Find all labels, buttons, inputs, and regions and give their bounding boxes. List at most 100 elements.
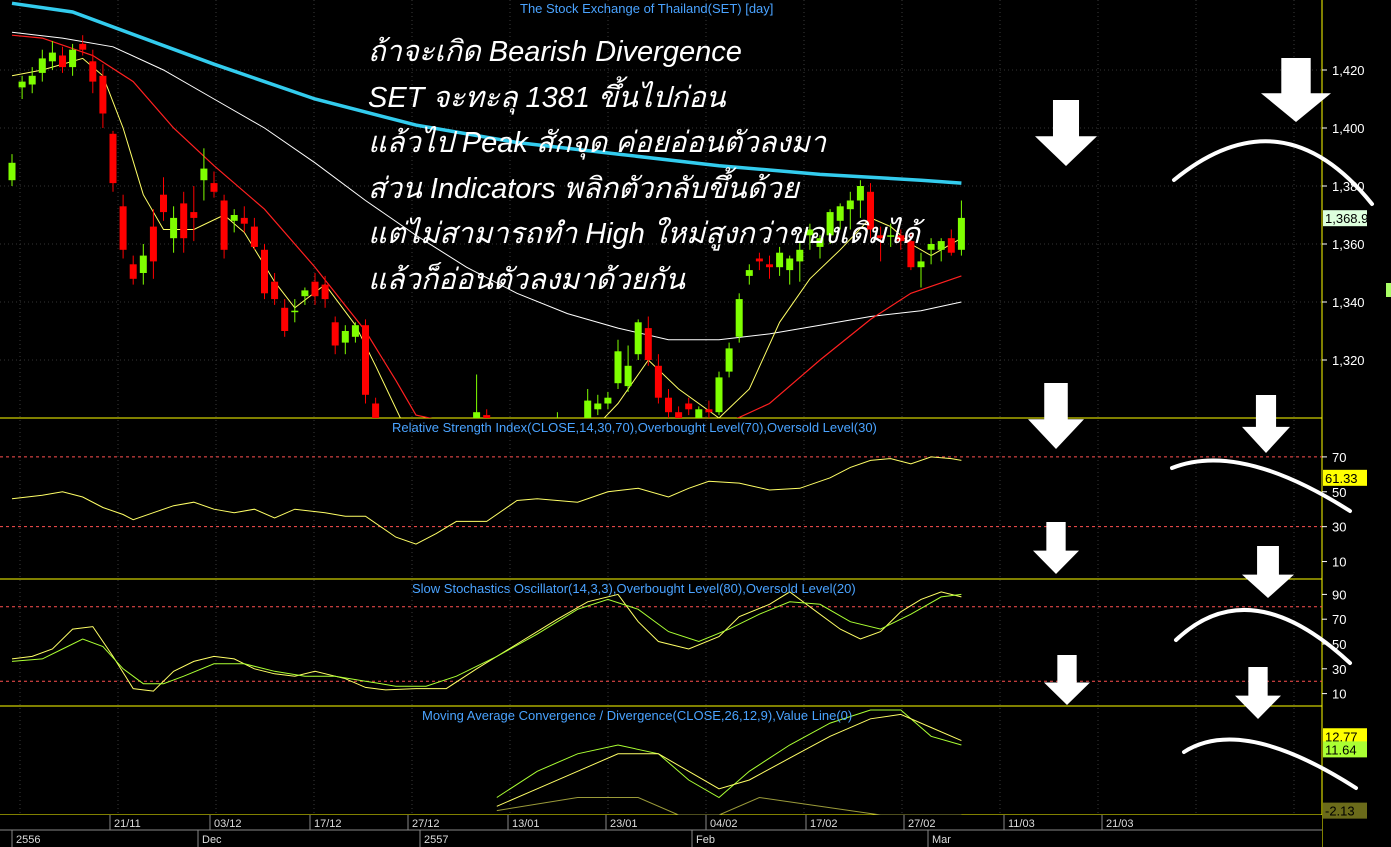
date-label: 27/12 [412,818,440,830]
period-label: Dec [202,834,222,846]
date-axis: 21/11 03/12 17/12 27/12 13/01 23/01 04/02 17/02… [0,815,1322,847]
candle [311,281,319,297]
candle [220,200,228,250]
candle [28,75,36,85]
candle [695,409,703,418]
macd-signal-badge: 11.64 [1325,742,1357,757]
candle [190,212,198,218]
candle [170,217,178,239]
annotation-line: SET จะทะลุ 1381 ขึ้นไปก่อน [368,81,726,114]
last-price-badge: 1,368.90 [1325,211,1376,226]
stoch-tick-label: 90 [1332,587,1346,602]
annotation-line: แล้วไป Peak สักจุด ค่อยอ่อนตัวลงมา [368,127,827,159]
candle [79,43,87,50]
candle [947,238,955,253]
annotation-line: ถ้าจะเกิด Bearish Divergence [368,36,742,68]
rsi-tick-label: 50 [1332,485,1346,500]
candle [705,409,713,413]
rsi-tick-label: 70 [1332,450,1346,465]
candle [351,325,359,337]
date-label: 03/12 [214,818,242,830]
candle [48,52,56,62]
period-label: 2556 [16,834,40,846]
candle [281,307,289,331]
candle [109,133,117,184]
date-label: 04/02 [710,818,738,830]
macd-hist-badge: -2.13 [1325,804,1355,819]
candle [665,397,672,413]
candle [957,217,965,250]
candle [119,206,127,250]
period-label: 2557 [424,834,448,846]
candle [937,241,945,250]
candle [149,226,157,262]
candle [614,351,622,384]
candle [38,58,46,73]
candle [261,249,268,294]
candle [725,348,733,372]
candle [180,203,188,239]
candle [18,81,26,88]
rsi-value-badge: 61.33 [1325,471,1358,486]
date-label: 23/01 [610,818,638,830]
date-label: 21/03 [1106,818,1134,830]
candle [675,412,683,418]
annotation-text: ถ้าจะเกิด Bearish Divergence SET จะทะลุ … [368,30,920,303]
date-label: 17/12 [314,818,342,830]
macd-title: Moving Average Convergence / Divergence(… [422,708,853,723]
candle [341,331,349,343]
candle [362,325,369,395]
candle [584,400,592,418]
candle [321,284,329,300]
candle [230,215,238,221]
candle [634,322,642,355]
date-label: 27/02 [908,818,936,830]
candle [200,168,208,181]
stoch-tick-label: 30 [1332,662,1346,677]
candle [331,322,339,346]
price-tick-label: 1,420 [1332,63,1365,78]
candle [301,290,309,297]
candle [271,281,279,300]
annotation-line: ส่วน Indicators พลิกตัวกลับขึ้นด้วย [368,172,799,205]
candle [89,61,97,82]
price-tick-label: 1,320 [1332,353,1365,368]
candle [139,255,147,273]
rsi-title: Relative Strength Index(CLOSE,14,30,70),… [392,420,877,435]
candle [715,377,723,413]
candle [685,403,693,410]
candle [654,365,662,398]
candle [250,226,258,247]
stoch-tick-label: 10 [1332,687,1346,702]
candle [240,217,248,224]
candle [160,194,167,213]
candle [59,55,66,68]
candle [210,183,218,192]
date-label: 13/01 [512,818,540,830]
candle [927,244,935,250]
candle [129,264,137,279]
candle [624,365,632,387]
rsi-tick-label: 30 [1332,520,1346,535]
candle [644,328,652,360]
period-label: Feb [696,834,715,846]
stochastic-title: Slow Stochastics Oscillator(14,3,3),Over… [412,581,856,596]
candle [594,403,602,410]
stoch-tick-label: 70 [1332,612,1346,627]
date-label: 21/11 [114,818,141,830]
annotation-line: แล้วก็อ่อนตัวลงมาด้วยกัน [368,263,685,296]
period-label: Mar [932,834,951,846]
price-tick-label: 1,400 [1332,121,1365,136]
rsi-tick-label: 10 [1332,555,1346,570]
date-label: 11/03 [1008,818,1035,830]
candle [99,75,107,114]
candle [604,397,612,404]
candle [69,49,77,68]
price-tick-label: 1,340 [1332,295,1365,310]
price-chart-title: The Stock Exchange of Thailand(SET) [day… [520,1,774,16]
candle [8,162,16,181]
candle [735,299,743,337]
scroll-marker [1386,283,1391,297]
annotation-line: แต่ไม่สามารถทำ High ใหม่สูงกว่าของเดิมได… [368,218,920,250]
price-tick-label: 1,360 [1332,237,1365,252]
